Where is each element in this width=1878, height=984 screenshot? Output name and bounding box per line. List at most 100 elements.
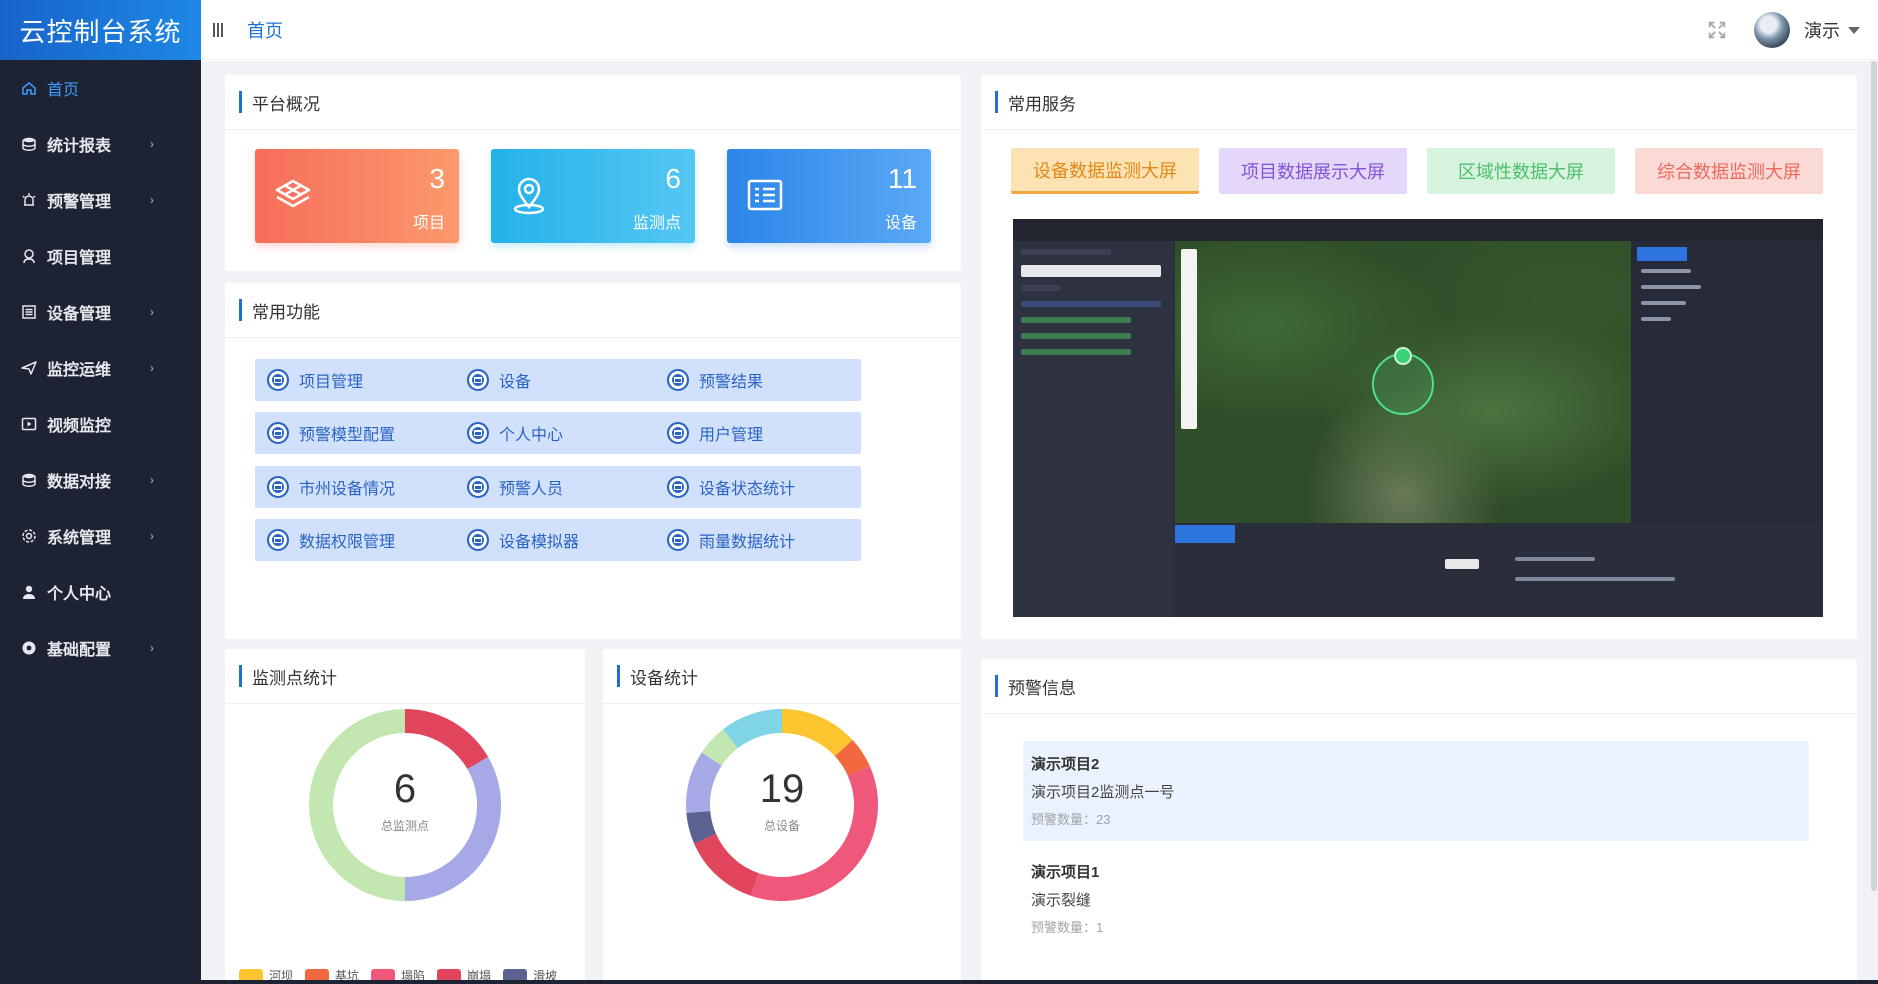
device-stats-title: 设备统计 [603,649,961,704]
database-icon [20,471,38,489]
device-stats-card: 设备统计 19 总设备 [603,649,961,984]
function-button[interactable]: 预警结果 [655,359,861,401]
breadcrumb[interactable]: 首页 [247,17,283,43]
app-logo: 云控制台系统 [0,0,201,60]
function-button[interactable]: 用户管理 [655,412,861,454]
home-icon [20,79,38,97]
avatar[interactable] [1754,12,1790,48]
function-label: 用户管理 [699,427,764,444]
sidebar-item-label: 项目管理 [47,250,112,267]
main-content: 平台概况 3 项目 6 监测点 11 设备 常用功能 项目管理 设备 预警结果预警模… [201,61,1878,984]
database-icon [20,135,38,153]
sidebar-item-5[interactable]: 监控运维 › [0,340,201,396]
function-icon [467,369,489,391]
sidebar-item-label: 视频监控 [47,418,112,435]
function-label: 个人中心 [499,427,564,444]
pie-slice[interactable] [781,709,853,757]
chevron-right-icon: › [150,473,154,487]
function-icon [667,476,689,498]
sidebar-item-8[interactable]: 系统管理 › [0,508,201,564]
tile-value: 6 [665,163,681,194]
function-icon [267,529,289,551]
service-comprehensive-screen[interactable]: 综合数据监测大屏 [1635,148,1823,194]
sidebar-item-label: 系统管理 [47,530,112,547]
tile-monitor-points[interactable]: 6 监测点 [491,149,695,243]
function-label: 设备模拟器 [499,534,580,551]
sidebar-item-2[interactable]: 预警管理 › [0,172,201,228]
location-icon [20,247,38,265]
page-scrollbar[interactable] [1870,61,1878,891]
tile-projects[interactable]: 3 项目 [255,149,459,243]
chevron-right-icon: › [150,137,154,151]
sidebar-menu: 首页 统计报表 › 预警管理 › 项目管理 设备管理 › 监控运维 › 视频监控 数据对接 › 系统管理 ›… [0,60,201,676]
sidebar: 云控制台系统 首页统计报表 › 预警管理 › 项目管理设备管理 › 监控运维 › 视频监控数据对… [0,0,201,984]
function-button[interactable]: 个人中心 [455,412,661,454]
function-icon [667,529,689,551]
function-icon [667,369,689,391]
service-device-monitor-screen[interactable]: 设备数据监测大屏 [1011,148,1199,194]
overview-card: 平台概况 3 项目 6 监测点 11 设备 [225,75,961,271]
warning-item[interactable]: 演示项目2 演示项目2监测点一号 预警数量：23 [1023,741,1809,841]
sidebar-item-label: 统计报表 [47,138,112,155]
function-button[interactable]: 数据权限管理 [255,519,461,561]
service-regional-screen[interactable]: 区域性数据大屏 [1427,148,1615,194]
function-button[interactable]: 雨量数据统计 [655,519,861,561]
function-button[interactable]: 预警模型配置 [255,412,461,454]
user-icon [20,583,38,601]
functions-title: 常用功能 [225,283,961,338]
function-icon [467,529,489,551]
function-button[interactable]: 市州设备情况 [255,466,461,508]
sidebar-item-10[interactable]: 基础配置 › [0,620,201,676]
pie-slice[interactable] [694,833,760,896]
video-icon [20,415,38,433]
sidebar-item-9[interactable]: 个人中心 [0,564,201,620]
sidebar-item-6[interactable]: 视频监控 [0,396,201,452]
sidebar-item-4[interactable]: 设备管理 › [0,284,201,340]
chevron-right-icon: › [150,193,154,207]
chevron-right-icon: › [150,361,154,375]
sidebar-item-7[interactable]: 数据对接 › [0,452,201,508]
warning-point: 演示项目2监测点一号 [1031,784,1175,801]
tile-devices[interactable]: 11 设备 [727,149,931,243]
warning-count: 预警数量：23 [1031,812,1111,827]
gear-icon [20,527,38,545]
chevron-right-icon: › [150,305,154,319]
layers-icon [275,179,311,208]
function-button[interactable]: 项目管理 [255,359,461,401]
donut-total: 6 [393,767,417,811]
alarm-icon [20,191,38,209]
donut-total-label: 总设备 [763,819,800,833]
function-button[interactable]: 设备状态统计 [655,466,861,508]
pie-slice[interactable] [723,709,783,749]
sidebar-item-0[interactable]: 首页 [0,60,201,116]
pie-slice[interactable] [404,709,489,770]
warning-item[interactable]: 演示项目1 演示裂缝 预警数量：1 [1023,849,1809,949]
services-title: 常用服务 [981,75,1857,130]
pie-slice[interactable] [701,729,739,767]
function-label: 预警结果 [699,374,764,391]
function-button[interactable]: 预警人员 [455,466,661,508]
chevron-right-icon: › [150,641,154,655]
dashboard-preview-image[interactable] [1013,219,1823,617]
menu-toggle-icon[interactable] [213,22,233,37]
warnings-title: 预警信息 [981,659,1857,714]
sidebar-item-3[interactable]: 项目管理 [0,228,201,284]
tile-value: 11 [887,163,917,194]
service-project-display-screen[interactable]: 项目数据展示大屏 [1219,148,1407,194]
sidebar-item-label: 数据对接 [47,474,112,491]
list-box-icon [747,179,783,211]
overview-title: 平台概况 [225,75,961,130]
fullscreen-icon[interactable] [1706,19,1728,41]
sidebar-item-label: 监控运维 [47,362,112,379]
username[interactable]: 演示 [1804,17,1840,43]
function-label: 雨量数据统计 [699,534,796,551]
sidebar-item-1[interactable]: 统计报表 › [0,116,201,172]
gear-solid-icon [20,639,38,657]
chevron-down-icon[interactable] [1848,26,1860,34]
function-button[interactable]: 设备 [455,359,661,401]
sidebar-item-label: 预警管理 [47,194,112,211]
function-label: 预警模型配置 [299,427,396,444]
function-label: 设备 [499,374,532,391]
function-icon [667,422,689,444]
function-button[interactable]: 设备模拟器 [455,519,661,561]
